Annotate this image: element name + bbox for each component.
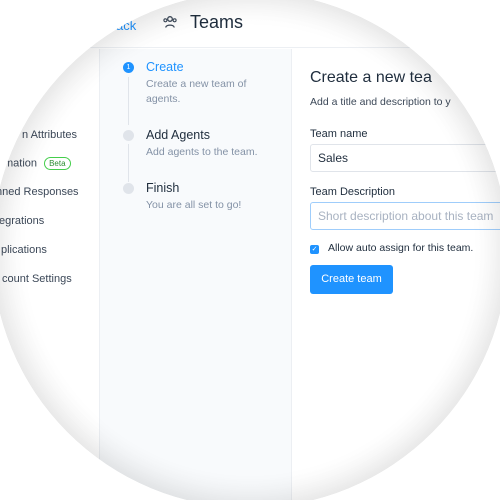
app-window: ack Teams n Attributes mation Beta nned … [0,0,500,500]
sidebar-item-automation[interactable]: mation Beta [4,157,71,170]
page-title: Teams [190,12,244,32]
sidebar-item-canned-responses[interactable]: nned Responses [0,186,79,198]
team-description-label: Team Description [310,186,395,198]
step-description: Add agents to the team. [146,146,258,158]
step-title: Add Agents [146,128,210,142]
sidebar-item-account-settings[interactable]: count Settings [2,273,72,285]
step-dot [123,130,134,141]
form-subtitle: Add a title and description to y [310,96,451,108]
settings-sidebar: n Attributes mation Beta nned Responses … [0,49,100,500]
back-link[interactable]: ack [116,18,136,33]
sidebar-item-label: plications [1,244,47,256]
team-name-label: Team name [310,128,368,140]
step-title: Finish [146,181,180,195]
header-bar: ack Teams [0,0,500,48]
step-description: Create a new team of agents. [146,78,247,105]
auto-assign-label[interactable]: Allow auto assign for this team. [328,242,473,254]
create-team-button[interactable]: Create team [310,265,393,294]
sidebar-item-applications[interactable]: plications [1,244,47,256]
auto-assign-checkbox[interactable]: ✓ [310,245,319,254]
step-connector [128,77,129,125]
step-description: You are all set to go! [146,199,242,211]
sidebar-item-label: n Attributes [22,129,78,141]
wizard-steps: 1 Create Create a new team of agents. Ad… [100,49,292,500]
step-dot [123,183,134,194]
sidebar-item-attributes[interactable]: n Attributes [22,129,77,141]
sidebar-item-integrations[interactable]: egrations [0,215,44,227]
sidebar-item-label: mation [4,157,38,170]
team-description-placeholder: Short description about this team [318,209,494,223]
team-name-input[interactable]: Sales [310,144,500,172]
team-description-input[interactable]: Short description about this team [310,202,500,230]
step-title: Create [146,60,184,74]
people-group-icon [162,14,178,30]
beta-badge: Beta [44,157,71,170]
sidebar-item-label: nned Responses [0,186,79,198]
sidebar-item-label: count Settings [2,273,72,285]
checkmark-icon: ✓ [311,246,318,253]
step-connector [128,144,129,182]
sidebar-item-label: egrations [0,215,45,227]
form-title: Create a new tea [310,69,432,86]
step-number-badge: 1 [123,62,134,73]
create-team-form: Create a new tea Add a title and descrip… [293,49,500,500]
